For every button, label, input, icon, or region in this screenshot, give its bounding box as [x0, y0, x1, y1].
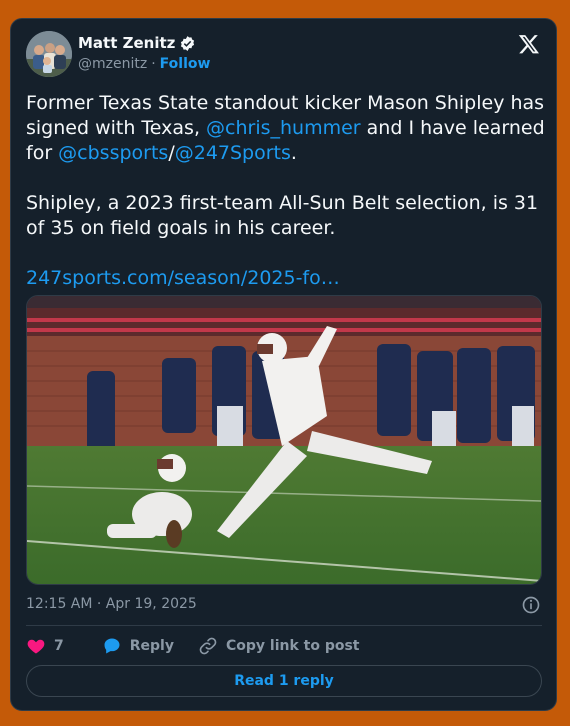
- read-replies-button[interactable]: Read 1 reply: [26, 665, 542, 697]
- tweet-media-image[interactable]: [26, 295, 542, 585]
- tweet-card: Matt Zenitz @mzenitz · Follow Former Tex…: [10, 18, 557, 711]
- mention-link[interactable]: @cbssports: [58, 142, 168, 164]
- reply-bubble-icon: [104, 638, 120, 654]
- reply-button[interactable]: Reply: [102, 636, 174, 656]
- tweet-paragraph-2: Shipley, a 2023 first-team All-Sun Belt …: [26, 192, 539, 239]
- author-name-row: Matt Zenitz: [78, 34, 196, 52]
- like-count: 7: [54, 638, 64, 654]
- author-handle-row: @mzenitz · Follow: [78, 56, 210, 72]
- heart-icon: [27, 639, 45, 654]
- tweet-text-part: .: [290, 142, 297, 164]
- read-replies-label: Read 1 reply: [234, 673, 334, 689]
- avatar[interactable]: [26, 31, 72, 77]
- divider: [26, 625, 542, 626]
- tweet-timestamp[interactable]: 12:15 AM · Apr 19, 2025: [26, 596, 197, 612]
- verified-badge-icon: [181, 35, 195, 51]
- handle-separator: ·: [151, 56, 156, 72]
- football-photo: [27, 296, 541, 584]
- tweet-paragraph-1: Former Texas State standout kicker Mason…: [26, 91, 546, 166]
- x-logo-icon[interactable]: [518, 33, 540, 55]
- article-link[interactable]: 247sports.com/season/2025-fo…: [26, 267, 340, 289]
- copy-link-button[interactable]: Copy link to post: [198, 636, 360, 656]
- author-name[interactable]: Matt Zenitz: [78, 34, 175, 52]
- author-handle[interactable]: @mzenitz: [78, 56, 147, 72]
- like-button[interactable]: 7: [26, 636, 64, 656]
- tweet-actions: 7 Reply Copy link to post: [26, 636, 360, 656]
- mention-link[interactable]: @chris_hummer: [206, 117, 361, 139]
- tweet-text: Former Texas State standout kicker Mason…: [26, 91, 546, 291]
- copy-link-label: Copy link to post: [225, 638, 360, 654]
- reply-label: Reply: [129, 638, 174, 654]
- mention-link[interactable]: @247Sports: [175, 142, 291, 164]
- link-icon: [199, 637, 217, 655]
- tweet-paragraph-3: 247sports.com/season/2025-fo…: [26, 266, 546, 291]
- follow-button[interactable]: Follow: [160, 56, 211, 72]
- info-icon[interactable]: [521, 595, 541, 615]
